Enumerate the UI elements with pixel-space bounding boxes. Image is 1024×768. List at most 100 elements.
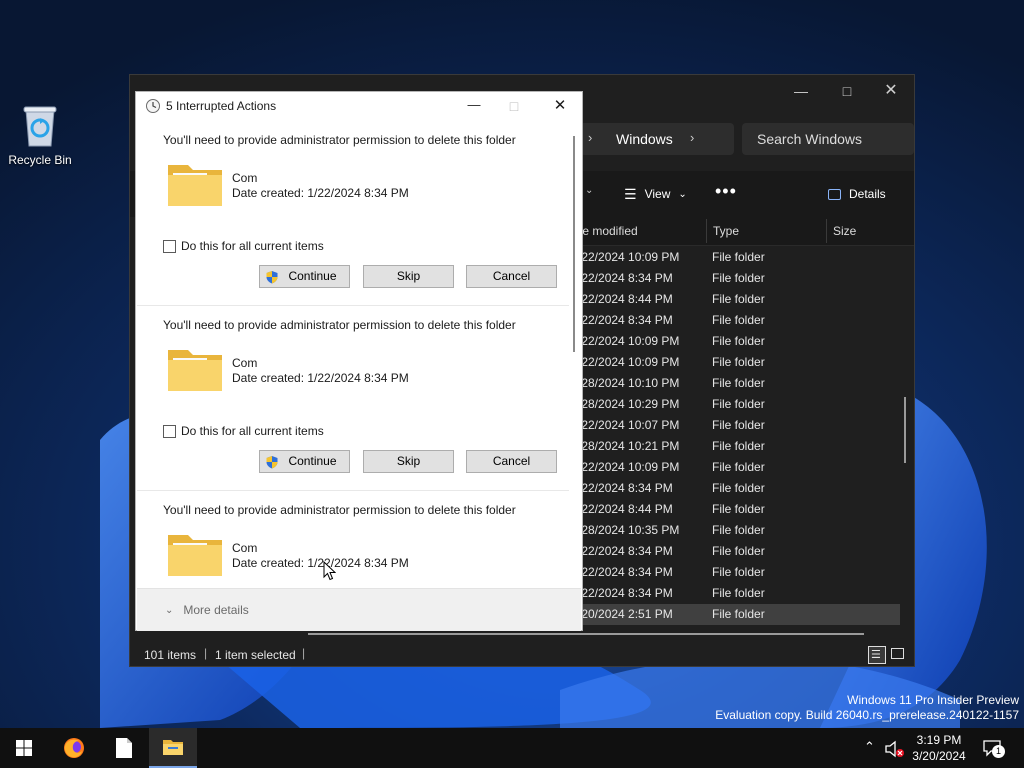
clock-date: 3/20/2024: [912, 749, 966, 763]
file-row[interactable]: /20/2024 2:51 PM File folder: [570, 604, 900, 625]
show-hidden-icons-chevron-icon[interactable]: ⌃: [864, 739, 875, 755]
apply-to-all-checkbox[interactable]: [163, 425, 176, 438]
folder-name: Com: [232, 356, 258, 370]
details-pane-icon: [828, 188, 841, 200]
details-pane-button[interactable]: Details: [828, 184, 886, 204]
file-type: File folder: [712, 586, 765, 600]
interrupted-action-item: You'll need to provide administrator per…: [137, 121, 569, 306]
folder-icon: [168, 350, 222, 391]
view-label: View: [644, 187, 671, 201]
cancel-button[interactable]: Cancel: [466, 265, 557, 288]
continue-button[interactable]: Continue: [259, 450, 350, 473]
large-icons-view-icon: [891, 648, 904, 659]
explorer-close-button[interactable]: ✕: [868, 75, 914, 107]
file-row[interactable]: /28/2024 10:10 PM File folder: [570, 373, 900, 394]
file-row[interactable]: /28/2024 10:21 PM File folder: [570, 436, 900, 457]
chevron-down-icon: ⌄: [165, 604, 174, 616]
dialog-close-button[interactable]: ✕: [540, 92, 580, 120]
dialog-scrollbar[interactable]: [573, 136, 575, 352]
view-button[interactable]: ☰ View ⌄: [624, 184, 687, 204]
address-bar[interactable]: › Windows ›: [580, 123, 734, 155]
recycle-bin-icon: [23, 106, 57, 147]
status-divider: |: [302, 646, 306, 660]
start-button[interactable]: [0, 728, 48, 768]
apply-to-all-label[interactable]: Do this for all current items: [181, 239, 324, 253]
file-row[interactable]: /28/2024 10:29 PM File folder: [570, 394, 900, 415]
file-type: File folder: [712, 439, 765, 453]
chevron-down-icon: ⌄: [678, 188, 687, 200]
file-date-modified: /28/2024 10:29 PM: [578, 397, 680, 411]
recycle-bin-shortcut[interactable]: Recycle Bin: [4, 104, 76, 167]
file-date-modified: /22/2024 8:34 PM: [578, 271, 673, 285]
file-row[interactable]: /22/2024 10:09 PM File folder: [570, 247, 900, 268]
chevron-down-icon[interactable]: ⌄: [585, 185, 593, 196]
details-view-toggle[interactable]: ☰: [868, 646, 886, 664]
view-list-icon: ☰: [624, 185, 637, 202]
breadcrumb-chevron-icon[interactable]: ›: [690, 130, 694, 145]
file-row[interactable]: /22/2024 8:34 PM File folder: [570, 583, 900, 604]
dialog-titlebar[interactable]: 5 Interrupted Actions — □ ✕: [136, 92, 582, 120]
clock-time: 3:19 PM: [916, 733, 962, 747]
file-date-modified: /22/2024 10:09 PM: [578, 250, 680, 264]
taskbar-notepad[interactable]: [100, 728, 148, 768]
file-type: File folder: [712, 355, 765, 369]
search-box[interactable]: Search Windows: [742, 123, 914, 155]
file-type: File folder: [712, 376, 765, 390]
permission-message: You'll need to provide administrator per…: [163, 503, 516, 517]
file-row[interactable]: /22/2024 8:34 PM File folder: [570, 562, 900, 583]
notifications-button[interactable]: 1: [982, 739, 1006, 759]
horizontal-scrollbar[interactable]: [308, 633, 864, 635]
file-date-modified: /22/2024 8:34 PM: [578, 565, 673, 579]
file-type: File folder: [712, 418, 765, 432]
large-icons-view-toggle[interactable]: [891, 646, 907, 662]
taskbar-file-explorer[interactable]: [149, 728, 197, 768]
watermark-edition: Windows 11 Pro Insider Preview: [847, 693, 1019, 707]
file-date-modified: /22/2024 10:09 PM: [578, 355, 680, 369]
explorer-maximize-button[interactable]: □: [824, 75, 870, 107]
vertical-scrollbar[interactable]: [904, 397, 906, 463]
folder-date-created: Date created: 1/22/2024 8:34 PM: [232, 186, 409, 200]
dialog-title: 5 Interrupted Actions: [166, 99, 277, 113]
file-row[interactable]: /22/2024 8:44 PM File folder: [570, 499, 900, 520]
status-item-count: 101 items: [144, 648, 197, 662]
file-row[interactable]: /22/2024 10:07 PM File folder: [570, 415, 900, 436]
cancel-button[interactable]: Cancel: [466, 450, 557, 473]
taskbar-firefox[interactable]: [50, 728, 98, 768]
file-row[interactable]: /22/2024 10:09 PM File folder: [570, 457, 900, 478]
skip-button[interactable]: Skip: [363, 450, 454, 473]
skip-button[interactable]: Skip: [363, 265, 454, 288]
file-row[interactable]: /22/2024 8:34 PM File folder: [570, 541, 900, 562]
file-row[interactable]: /22/2024 8:34 PM File folder: [570, 268, 900, 289]
more-options-icon[interactable]: •••: [715, 181, 737, 202]
folder-name: Com: [232, 541, 258, 555]
file-type: File folder: [712, 292, 765, 306]
more-details-label: More details: [183, 603, 249, 617]
interrupted-actions-dialog[interactable]: 5 Interrupted Actions — □ ✕ You'll need …: [135, 91, 583, 631]
search-input[interactable]: Search Windows: [757, 131, 862, 147]
apply-to-all-label[interactable]: Do this for all current items: [181, 424, 324, 438]
explorer-minimize-button[interactable]: —: [778, 75, 824, 107]
more-details-toggle[interactable]: ⌄ More details: [165, 603, 249, 617]
file-type: File folder: [712, 313, 765, 327]
column-separator[interactable]: [706, 219, 707, 243]
file-type: File folder: [712, 544, 765, 558]
file-row[interactable]: /28/2024 10:35 PM File folder: [570, 520, 900, 541]
volume-muted-button[interactable]: [884, 740, 906, 758]
file-row[interactable]: /22/2024 10:09 PM File folder: [570, 352, 900, 373]
column-date-modified[interactable]: te modified: [579, 224, 638, 238]
file-row[interactable]: /22/2024 10:09 PM File folder: [570, 331, 900, 352]
continue-button[interactable]: Continue: [259, 265, 350, 288]
file-type: File folder: [712, 565, 765, 579]
breadcrumb-windows[interactable]: Windows: [616, 131, 673, 147]
breadcrumb-chevron-icon: ›: [588, 130, 593, 145]
column-size[interactable]: Size: [833, 224, 856, 238]
column-type[interactable]: Type: [713, 224, 739, 238]
dialog-minimize-button[interactable]: —: [454, 92, 494, 120]
file-date-modified: /22/2024 10:07 PM: [578, 418, 680, 432]
apply-to-all-checkbox[interactable]: [163, 240, 176, 253]
file-row[interactable]: /22/2024 8:34 PM File folder: [570, 478, 900, 499]
system-clock[interactable]: 3:19 PM 3/20/2024: [904, 732, 974, 764]
column-separator[interactable]: [826, 219, 827, 243]
file-row[interactable]: /22/2024 8:34 PM File folder: [570, 310, 900, 331]
file-row[interactable]: /22/2024 8:44 PM File folder: [570, 289, 900, 310]
